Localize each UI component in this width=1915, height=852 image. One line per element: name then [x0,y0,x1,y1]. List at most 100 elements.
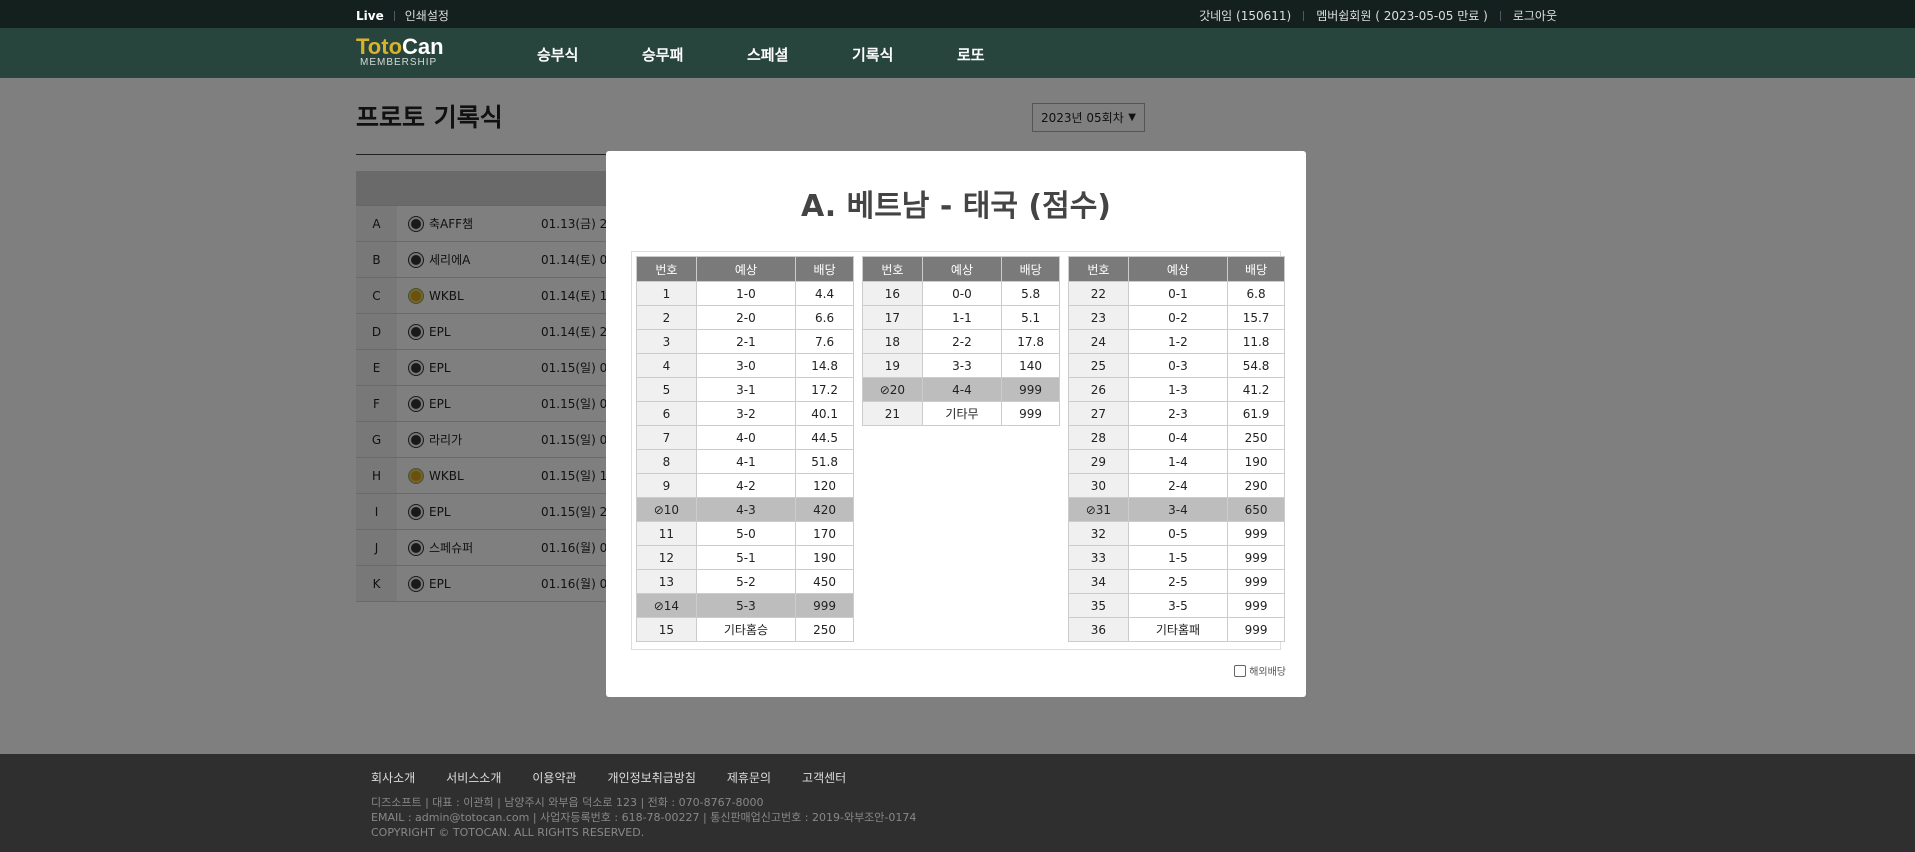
odds-row[interactable]: 7 4-0 44.5 [636,425,854,450]
odds-score: 5-2 [695,569,797,594]
odds-value: 17.8 [1001,329,1060,354]
odds-score: 0-5 [1127,521,1229,546]
odds-number-cell: 35 [1068,593,1129,618]
odds-row[interactable]: 21 기타무 999 [862,401,1060,426]
odds-number: 31 [1095,502,1112,517]
odds-row[interactable]: 6 3-2 40.1 [636,401,854,426]
odds-row[interactable]: ⊘20 4-4 999 [862,377,1060,402]
odds-value: 420 [795,497,854,522]
cancelled-icon: ⊘ [653,502,664,517]
odds-score: 1-4 [1127,449,1229,474]
odds-row[interactable]: 9 4-2 120 [636,473,854,498]
odds-row[interactable]: 11 5-0 170 [636,521,854,546]
odds-row[interactable]: 28 0-4 250 [1068,425,1285,450]
odds-row[interactable]: ⊘14 5-3 999 [636,593,854,618]
odds-row[interactable]: 24 1-2 11.8 [1068,329,1285,354]
footer-link-partnership[interactable]: 제휴문의 [727,769,771,786]
odds-number: 29 [1090,454,1107,469]
footer-link-support[interactable]: 고객센터 [802,769,846,786]
odds-row[interactable]: 16 0-0 5.8 [862,281,1060,306]
odds-row[interactable]: 30 2-4 290 [1068,473,1285,498]
odds-row[interactable]: 23 0-2 15.7 [1068,305,1285,330]
odds-value: 5.1 [1001,305,1060,330]
odds-number: 36 [1090,622,1107,637]
odds-score: 0-1 [1127,281,1229,306]
print-settings-link[interactable]: 인쇄설정 [405,7,449,24]
logo-can: Can [402,34,444,59]
footer-link-service[interactable]: 서비스소개 [446,769,501,786]
odds-row[interactable]: 22 0-1 6.8 [1068,281,1285,306]
menu-item-win-draw-lose[interactable]: 승무패 [642,44,747,65]
odds-row[interactable]: 2 2-0 6.6 [636,305,854,330]
odds-number: 34 [1090,574,1107,589]
odds-row[interactable]: 4 3-0 14.8 [636,353,854,378]
odds-number: 7 [662,430,671,445]
odds-row[interactable]: 35 3-5 999 [1068,593,1285,618]
odds-row[interactable]: 25 0-3 54.8 [1068,353,1285,378]
odds-row[interactable]: ⊘10 4-3 420 [636,497,854,522]
odds-row[interactable]: 34 2-5 999 [1068,569,1285,594]
odds-row[interactable]: 13 5-2 450 [636,569,854,594]
odds-value: 999 [1227,569,1285,594]
odds-value: 999 [795,593,854,618]
footer-link-terms[interactable]: 이용약관 [532,769,576,786]
odds-value: 4.4 [795,281,854,306]
odds-number: 23 [1090,310,1107,325]
odds-value: 17.2 [795,377,854,402]
odds-row[interactable]: 29 1-4 190 [1068,449,1285,474]
odds-number-cell: 24 [1068,329,1129,354]
user-name[interactable]: 갓네임 (150611) [1199,7,1291,24]
odds-row[interactable]: 18 2-2 17.8 [862,329,1060,354]
company-contact: EMAIL : admin@totocan.com | 사업자등록번호 : 61… [371,811,917,824]
odds-number-cell: 29 [1068,449,1129,474]
column-header: 예상 [921,256,1003,282]
odds-number-cell: 36 [1068,617,1129,642]
logout-link[interactable]: 로그아웃 [1513,7,1557,24]
odds-value: 6.8 [1227,281,1285,306]
odds-number-cell: 5 [636,377,697,402]
odds-number-cell: 4 [636,353,697,378]
odds-row[interactable]: ⊘31 3-4 650 [1068,497,1285,522]
odds-number: 6 [662,406,671,421]
menu-item-special[interactable]: 스페셜 [747,44,852,65]
checkbox[interactable] [1234,664,1247,677]
odds-row[interactable]: 1 1-0 4.4 [636,281,854,306]
menu-item-lotto[interactable]: 로또 [957,44,1062,65]
odds-row[interactable]: 32 0-5 999 [1068,521,1285,546]
odds-value: 999 [1227,593,1285,618]
footer-link-company[interactable]: 회사소개 [371,769,415,786]
odds-score: 4-3 [695,497,797,522]
odds-row[interactable]: 19 3-3 140 [862,353,1060,378]
odds-number-cell: 16 [862,281,923,306]
divider [1303,10,1305,21]
odds-value: 250 [795,617,854,642]
odds-value: 999 [1001,377,1060,402]
menu-item-win-lose[interactable]: 승부식 [537,44,642,65]
footer-link-privacy[interactable]: 개인정보취급방침 [608,769,696,786]
odds-row[interactable]: 36 기타홈패 999 [1068,617,1285,642]
live-link[interactable]: Live [356,9,384,23]
totocan-logo[interactable]: TotoCan MEMBERSHIP [356,36,444,68]
odds-row[interactable]: 12 5-1 190 [636,545,854,570]
odds-row[interactable]: 3 2-1 7.6 [636,329,854,354]
odds-number-cell: 11 [636,521,697,546]
menu-item-record[interactable]: 기록식 [852,44,957,65]
odds-number-cell: 8 [636,449,697,474]
odds-row[interactable]: 15 기타홈승 250 [636,617,854,642]
odds-row[interactable]: 33 1-5 999 [1068,545,1285,570]
odds-score: 3-2 [695,401,797,426]
odds-row[interactable]: 27 2-3 61.9 [1068,401,1285,426]
odds-number: 3 [662,334,671,349]
odds-row[interactable]: 8 4-1 51.8 [636,449,854,474]
odds-value: 11.8 [1227,329,1285,354]
odds-row[interactable]: 5 3-1 17.2 [636,377,854,402]
odds-score: 4-1 [695,449,797,474]
odds-row[interactable]: 26 1-3 41.2 [1068,377,1285,402]
odds-number: 5 [662,382,671,397]
main-nav: TotoCan MEMBERSHIP 승부식 승무패 스페셜 기록식 로또 [0,28,1915,78]
odds-row[interactable]: 17 1-1 5.1 [862,305,1060,330]
odds-number: 25 [1090,358,1107,373]
overseas-odds-toggle[interactable]: 해외배당 [1234,663,1286,678]
odds-score: 1-5 [1127,545,1229,570]
odds-number-cell: 12 [636,545,697,570]
